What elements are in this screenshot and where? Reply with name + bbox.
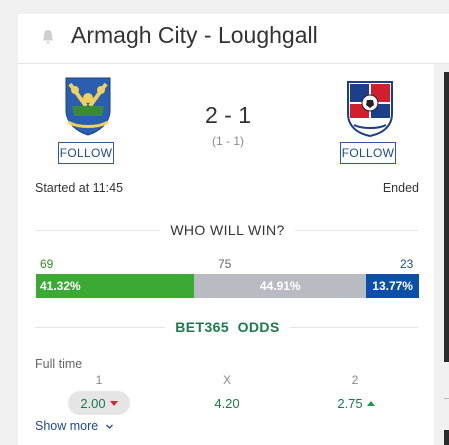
kickoff-time: Started at 11:45 — [35, 181, 124, 195]
odds-header-away: 2 — [351, 373, 359, 387]
draw-percent: 44.91% — [259, 279, 301, 293]
home-team-crest[interactable] — [62, 76, 114, 136]
show-more-link[interactable]: Show more — [35, 419, 114, 433]
odds-draw-button[interactable]: 4.20 — [205, 391, 249, 415]
prediction-bar-away[interactable]: 13.77% — [366, 274, 419, 298]
side-panel-edge — [444, 72, 449, 362]
chevron-down-icon — [105, 424, 113, 430]
match-card: Armagh City - Loughgall 2 - 1 (1 - 1) FO… — [18, 14, 449, 445]
halftime-score: (1 - 1) — [211, 134, 244, 148]
home-votes: 69 — [40, 257, 54, 271]
prediction-title-text: WHO WILL WIN? — [160, 222, 295, 238]
page-title: Armagh City - Loughgall — [71, 22, 318, 48]
bell-icon[interactable] — [41, 29, 55, 45]
odds-period: Full time — [35, 357, 83, 371]
odds-header-draw: X — [222, 373, 231, 387]
match-score: 2 - 1 — [204, 102, 252, 128]
odds-home-button[interactable]: 2.00 — [68, 391, 130, 415]
away-votes: 23 — [400, 257, 414, 271]
prediction-bar[interactable]: 41.32% 44.91% 13.77% — [36, 274, 419, 298]
odds-home-value: 2.00 — [80, 395, 106, 411]
home-percent: 41.32% — [40, 279, 81, 293]
trend-down-icon — [109, 400, 118, 406]
side-panel-edge-bottom — [444, 430, 449, 445]
prediction-bar-home[interactable]: 41.32% — [36, 274, 195, 298]
odds-away-value: 2.75 — [337, 395, 363, 411]
odds-title-text: BET365 ODDS — [165, 319, 290, 335]
match-status: Ended — [382, 181, 419, 195]
odds-header-home: 1 — [95, 373, 103, 387]
odds-away-button[interactable]: 2.75 — [330, 391, 382, 415]
show-more-label: Show more — [35, 419, 99, 433]
draw-votes: 75 — [218, 257, 232, 271]
away-percent: 13.77% — [372, 279, 413, 293]
prediction-bar-draw[interactable]: 44.91% — [194, 274, 367, 298]
odds-title: BET365 ODDS — [18, 319, 437, 335]
odds-draw-value: 4.20 — [214, 395, 240, 411]
follow-away-button[interactable]: FOLLOW — [340, 142, 396, 164]
match-header: Armagh City - Loughgall — [18, 14, 449, 64]
side-panel-divider — [444, 398, 449, 399]
follow-home-button[interactable]: FOLLOW — [58, 142, 114, 164]
trend-up-icon — [366, 400, 375, 406]
prediction-title: WHO WILL WIN? — [18, 222, 437, 238]
away-team-crest[interactable] — [344, 78, 396, 138]
